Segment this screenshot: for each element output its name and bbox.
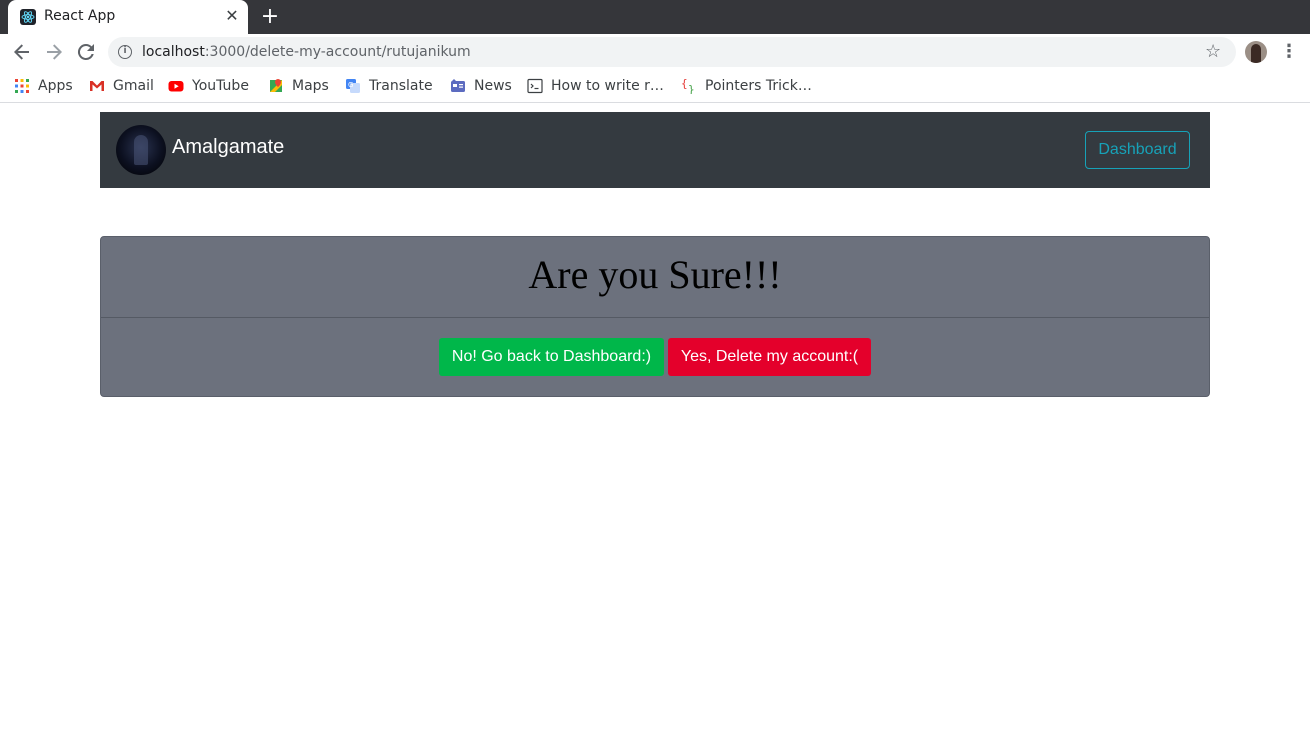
address-bar[interactable]: i localhost:3000/delete-my-account/rutuj… — [108, 37, 1236, 67]
info-icon[interactable]: i — [118, 45, 132, 59]
bookmark-label: Apps — [38, 78, 73, 94]
browser-tabstrip: React App ✕ + — [0, 0, 1310, 34]
bookmark-label: Maps — [292, 78, 329, 94]
confirm-heading: Are you Sure!!! — [528, 252, 782, 297]
browser-tab[interactable]: React App ✕ — [8, 0, 248, 34]
url-text: localhost:3000/delete-my-account/rutujan… — [142, 44, 471, 60]
bookmark-label: News — [474, 78, 512, 94]
bookmark-youtube[interactable]: YouTube — [168, 76, 249, 96]
browser-toolbar: i localhost:3000/delete-my-account/rutuj… — [0, 34, 1310, 70]
bookmark-maps[interactable]: Maps — [268, 76, 329, 96]
bookmark-label: How to write r… — [551, 78, 664, 94]
svg-text:{: { — [681, 78, 688, 90]
tab-title: React App — [44, 8, 116, 24]
delete-account-button[interactable]: Yes, Delete my account:( — [668, 338, 871, 376]
url-path: :3000/delete-my-account/rutujanikum — [204, 44, 471, 60]
youtube-icon — [168, 78, 184, 94]
bookmark-label: Gmail — [113, 78, 154, 94]
bookmark-how-to-write[interactable]: How to write r… — [527, 76, 664, 96]
delete-confirm-card: Are you Sure!!! No! Go back to Dashboard… — [100, 236, 1210, 397]
apps-grid-icon — [14, 78, 30, 94]
dashboard-button[interactable]: Dashboard — [1085, 131, 1190, 169]
url-host: localhost — [142, 44, 205, 60]
go-back-button[interactable]: No! Go back to Dashboard:) — [439, 338, 664, 376]
maps-icon — [268, 78, 284, 94]
react-favicon-icon — [20, 9, 36, 25]
gmail-icon — [89, 78, 105, 94]
kebab-menu-icon[interactable]: ⋮ — [1280, 40, 1298, 64]
bookmark-gmail[interactable]: Gmail — [89, 76, 154, 96]
reload-icon[interactable] — [74, 40, 98, 64]
translate-icon: G — [345, 78, 361, 94]
bookmark-label: YouTube — [192, 78, 249, 94]
bookmark-star-icon[interactable]: ☆ — [1205, 41, 1221, 62]
forward-arrow-icon[interactable] — [42, 40, 66, 64]
bookmarks-bar: Apps Gmail YouTube Maps G Translate News — [0, 70, 1310, 103]
terminal-icon — [527, 78, 543, 94]
close-icon[interactable]: ✕ — [224, 8, 240, 24]
bookmark-pointers-trick[interactable]: {} Pointers Trick… — [681, 76, 812, 96]
back-arrow-icon[interactable] — [10, 40, 34, 64]
profile-avatar[interactable] — [1245, 41, 1267, 63]
new-tab-plus-icon[interactable]: + — [258, 5, 282, 29]
bookmark-label: Pointers Trick… — [705, 78, 812, 94]
brand-name[interactable]: Amalgamate — [172, 136, 284, 159]
braces-icon: {} — [681, 77, 697, 96]
bookmark-label: Translate — [369, 78, 433, 94]
bookmark-apps[interactable]: Apps — [14, 76, 73, 96]
card-header: Are you Sure!!! — [101, 237, 1209, 318]
brand-logo[interactable] — [116, 125, 166, 175]
bookmark-translate[interactable]: G Translate — [345, 76, 433, 96]
bookmark-news[interactable]: News — [450, 76, 512, 96]
app-navbar: Amalgamate Dashboard — [100, 112, 1210, 188]
news-icon — [450, 78, 466, 94]
svg-text:G: G — [348, 81, 353, 89]
svg-text:}: } — [688, 83, 695, 94]
